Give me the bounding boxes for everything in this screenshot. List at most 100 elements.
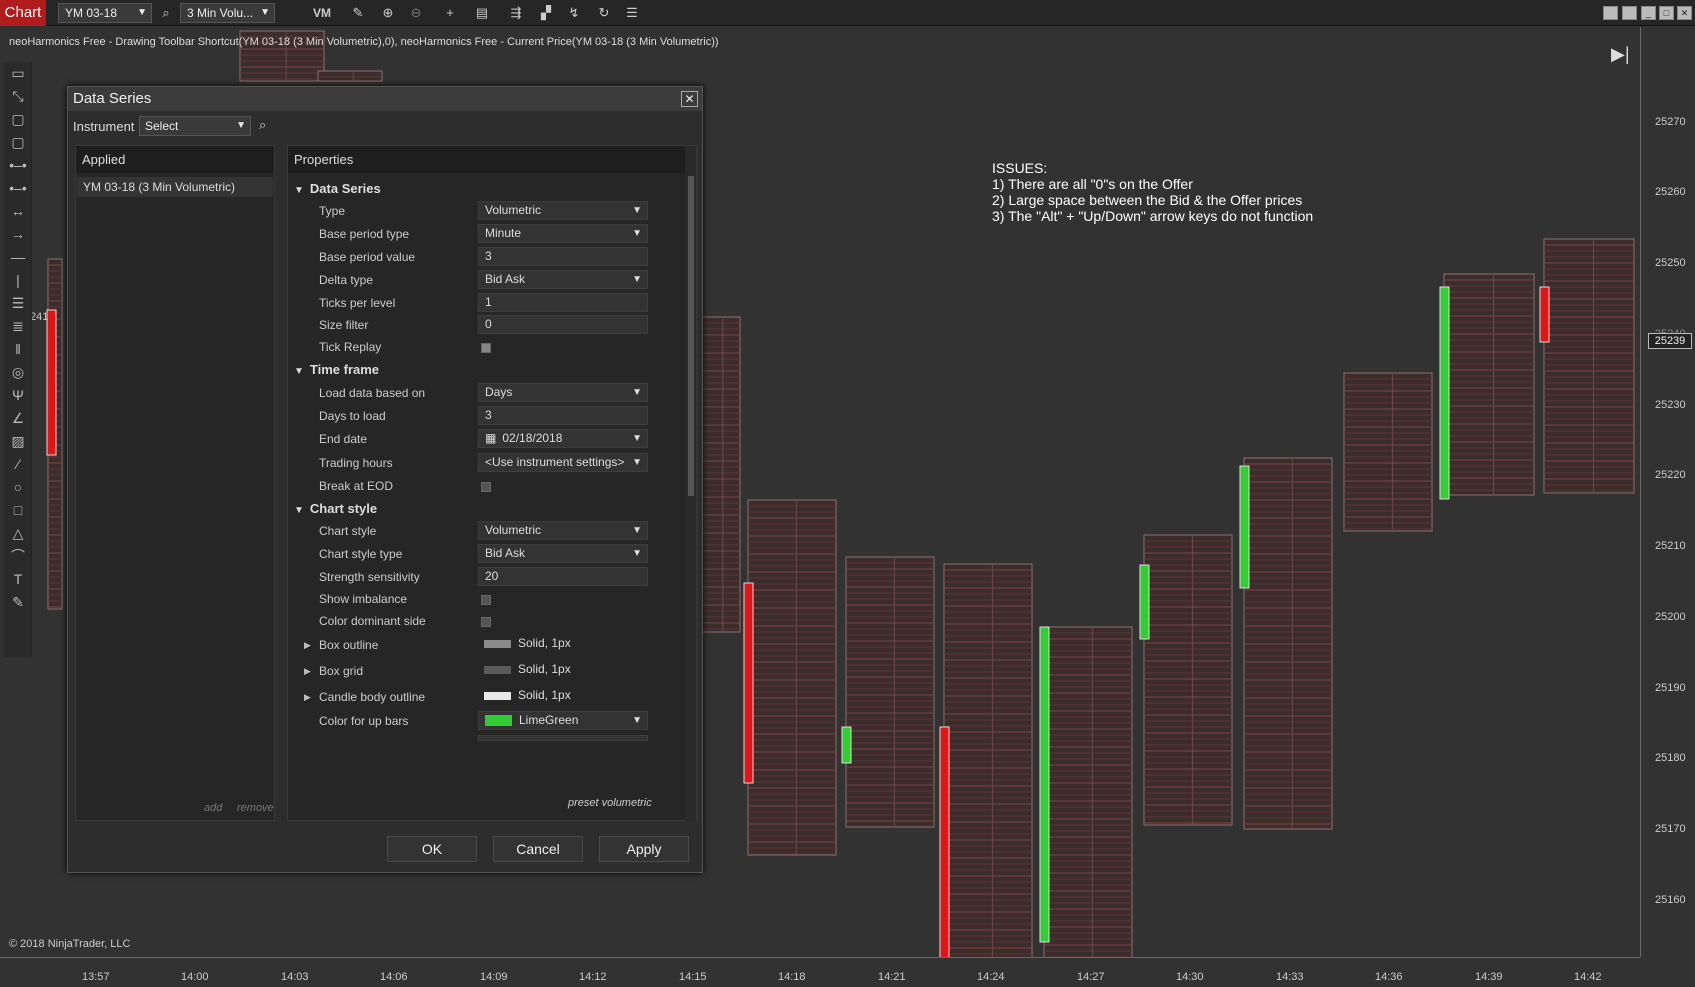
arrow-line-icon[interactable]: → bbox=[4, 223, 32, 246]
candle-outline-value[interactable]: Solid, 1px bbox=[478, 687, 648, 706]
instrument-dropdown[interactable]: Select ▼ bbox=[139, 116, 251, 136]
days-to-load-input[interactable]: 3 bbox=[478, 406, 648, 425]
text-icon[interactable]: T bbox=[4, 568, 32, 591]
region-icon[interactable]: ▢ bbox=[4, 108, 32, 131]
interval-selector[interactable]: 3 Min Volu... ▼ bbox=[180, 3, 275, 23]
price-label: 25160 bbox=[1655, 894, 1686, 906]
chevron-down-icon: ▼ bbox=[632, 433, 642, 444]
rectangle-select-icon[interactable]: ▢ bbox=[4, 131, 32, 154]
triangle-icon[interactable]: △ bbox=[4, 522, 32, 545]
up-color-dropdown[interactable]: LimeGreen ▼ bbox=[478, 711, 648, 730]
scroll-to-end-icon[interactable]: ▶| bbox=[1611, 44, 1630, 65]
extended-line-icon[interactable]: ↔ bbox=[4, 200, 32, 223]
reload-icon[interactable]: ↻ bbox=[594, 4, 614, 22]
properties-scrollbar[interactable] bbox=[685, 146, 696, 822]
horizontal-line-icon[interactable]: — bbox=[4, 246, 32, 269]
ray-icon[interactable]: •–• bbox=[4, 177, 32, 200]
next-property-row[interactable] bbox=[478, 735, 648, 741]
ellipse-icon[interactable]: ○ bbox=[4, 476, 32, 499]
cancel-button[interactable]: Cancel bbox=[493, 836, 583, 862]
time-label: 14:30 bbox=[1176, 971, 1204, 983]
instrument-selector[interactable]: YM 03-18 ▼ bbox=[58, 3, 152, 23]
time-cycles-icon[interactable]: ⁄ bbox=[4, 453, 32, 476]
stroke-swatch bbox=[484, 639, 511, 648]
close-icon[interactable]: ✕ bbox=[681, 91, 698, 107]
fib-circle-icon[interactable]: ◎ bbox=[4, 361, 32, 384]
scrollbar-thumb[interactable] bbox=[688, 176, 694, 496]
end-date-picker[interactable]: ▦ 02/18/2018 ▼ bbox=[478, 429, 648, 448]
base-period-value-input[interactable]: 3 bbox=[478, 247, 648, 266]
section-chart-style[interactable]: ▼ Chart style bbox=[294, 501, 377, 516]
close-window-icon[interactable]: ✕ bbox=[1677, 6, 1692, 20]
arc-icon[interactable]: ⌒ bbox=[4, 545, 32, 568]
price-label: 25200 bbox=[1655, 611, 1686, 623]
section-label: Chart style bbox=[309, 501, 378, 516]
type-dropdown[interactable]: Volumetric ▼ bbox=[478, 201, 648, 220]
search-icon[interactable]: ⌕ bbox=[259, 117, 266, 133]
size-filter-input[interactable]: 0 bbox=[478, 315, 648, 334]
trading-hours-value: <Use instrument settings> bbox=[485, 455, 625, 469]
properties-icon[interactable]: ▤ bbox=[472, 4, 492, 22]
tile-window-icon[interactable] bbox=[1603, 6, 1618, 20]
base-period-type-dropdown[interactable]: Minute ▼ bbox=[478, 224, 648, 243]
chart-style-type-dropdown[interactable]: Bid Ask ▼ bbox=[478, 544, 648, 563]
regression-channel-icon[interactable]: ▨ bbox=[4, 430, 32, 453]
break-eod-checkbox[interactable] bbox=[481, 482, 491, 492]
price-axis[interactable]: 25270 25260 25250 25240 25230 25220 2521… bbox=[1640, 27, 1695, 957]
box-outline-value[interactable]: Solid, 1px bbox=[478, 635, 648, 654]
remove-link[interactable]: remove bbox=[237, 802, 274, 814]
search-icon[interactable]: ⌕ bbox=[156, 4, 176, 22]
time-axis[interactable]: 13:57 14:00 14:03 14:06 14:09 14:12 14:1… bbox=[0, 957, 1640, 987]
minimize-icon[interactable]: _ bbox=[1641, 6, 1656, 20]
stroke-swatch bbox=[484, 691, 511, 700]
load-based-on-dropdown[interactable]: Days ▼ bbox=[478, 383, 648, 402]
menu-list-icon[interactable]: ☰ bbox=[622, 4, 642, 22]
delta-type-dropdown[interactable]: Bid Ask ▼ bbox=[478, 270, 648, 289]
cascade-window-icon[interactable] bbox=[1622, 6, 1637, 20]
color-dominant-checkbox[interactable] bbox=[481, 617, 491, 627]
ruler-icon[interactable]: ▭ bbox=[4, 62, 32, 85]
applied-series-item[interactable]: YM 03-18 (3 Min Volumetric) bbox=[77, 177, 273, 197]
dialog-title[interactable]: Data Series bbox=[68, 87, 702, 111]
up-candle bbox=[841, 726, 852, 764]
channel-icon[interactable]: ☰ bbox=[4, 292, 32, 315]
expand-icon[interactable]: ▶ bbox=[304, 640, 311, 651]
zoom-in-icon[interactable]: ⊕ bbox=[378, 4, 398, 22]
strategies-icon[interactable]: ▞ bbox=[536, 4, 556, 22]
risk-reward-icon[interactable]: ⤡ bbox=[4, 85, 32, 108]
preset-link[interactable]: preset volumetric bbox=[568, 797, 652, 809]
trading-hours-dropdown[interactable]: <Use instrument settings> ▼ bbox=[478, 453, 648, 472]
apply-button[interactable]: Apply bbox=[599, 836, 689, 862]
add-link[interactable]: add bbox=[204, 802, 222, 814]
expand-icon[interactable]: ▶ bbox=[304, 666, 311, 677]
chart-tab[interactable]: Chart bbox=[0, 0, 46, 26]
indicators-icon[interactable]: ⇶ bbox=[506, 4, 526, 22]
vm-button[interactable]: VM bbox=[310, 4, 334, 22]
vertical-line-icon[interactable]: | bbox=[4, 269, 32, 292]
volumetric-bar-box bbox=[1043, 626, 1133, 957]
section-time-frame[interactable]: ▼ Time frame bbox=[294, 362, 379, 377]
section-data-series[interactable]: ▼ Data Series bbox=[294, 181, 381, 196]
line-icon[interactable]: •–• bbox=[4, 154, 32, 177]
crosshair-icon[interactable]: + bbox=[440, 4, 460, 22]
drawing-tools-icon[interactable]: ↯ bbox=[564, 4, 584, 22]
maximize-icon[interactable]: □ bbox=[1659, 6, 1674, 20]
zoom-out-icon[interactable]: ⊖ bbox=[406, 4, 426, 22]
ok-button[interactable]: OK bbox=[387, 836, 477, 862]
pitchfork-icon[interactable]: Ψ bbox=[4, 384, 32, 407]
copyright-text: © 2018 NinjaTrader, LLC bbox=[9, 938, 131, 950]
strength-sensitivity-input[interactable]: 20 bbox=[478, 567, 648, 586]
tick-replay-checkbox[interactable] bbox=[481, 343, 491, 353]
pencil-icon[interactable]: ✎ bbox=[348, 4, 368, 22]
expand-icon[interactable]: ▶ bbox=[304, 692, 311, 703]
ticks-per-level-input[interactable]: 1 bbox=[478, 293, 648, 312]
show-imbalance-checkbox[interactable] bbox=[481, 595, 491, 605]
collapse-icon: ▼ bbox=[294, 505, 304, 516]
fib-time-icon[interactable]: ‖ bbox=[4, 338, 32, 361]
box-grid-value[interactable]: Solid, 1px bbox=[478, 661, 648, 680]
gann-fan-icon[interactable]: ∠ bbox=[4, 407, 32, 430]
rectangle-icon[interactable]: □ bbox=[4, 499, 32, 522]
pen-icon[interactable]: ✎ bbox=[4, 591, 32, 614]
chart-style-dropdown[interactable]: Volumetric ▼ bbox=[478, 521, 648, 540]
fib-retracement-icon[interactable]: ≣ bbox=[4, 315, 32, 338]
